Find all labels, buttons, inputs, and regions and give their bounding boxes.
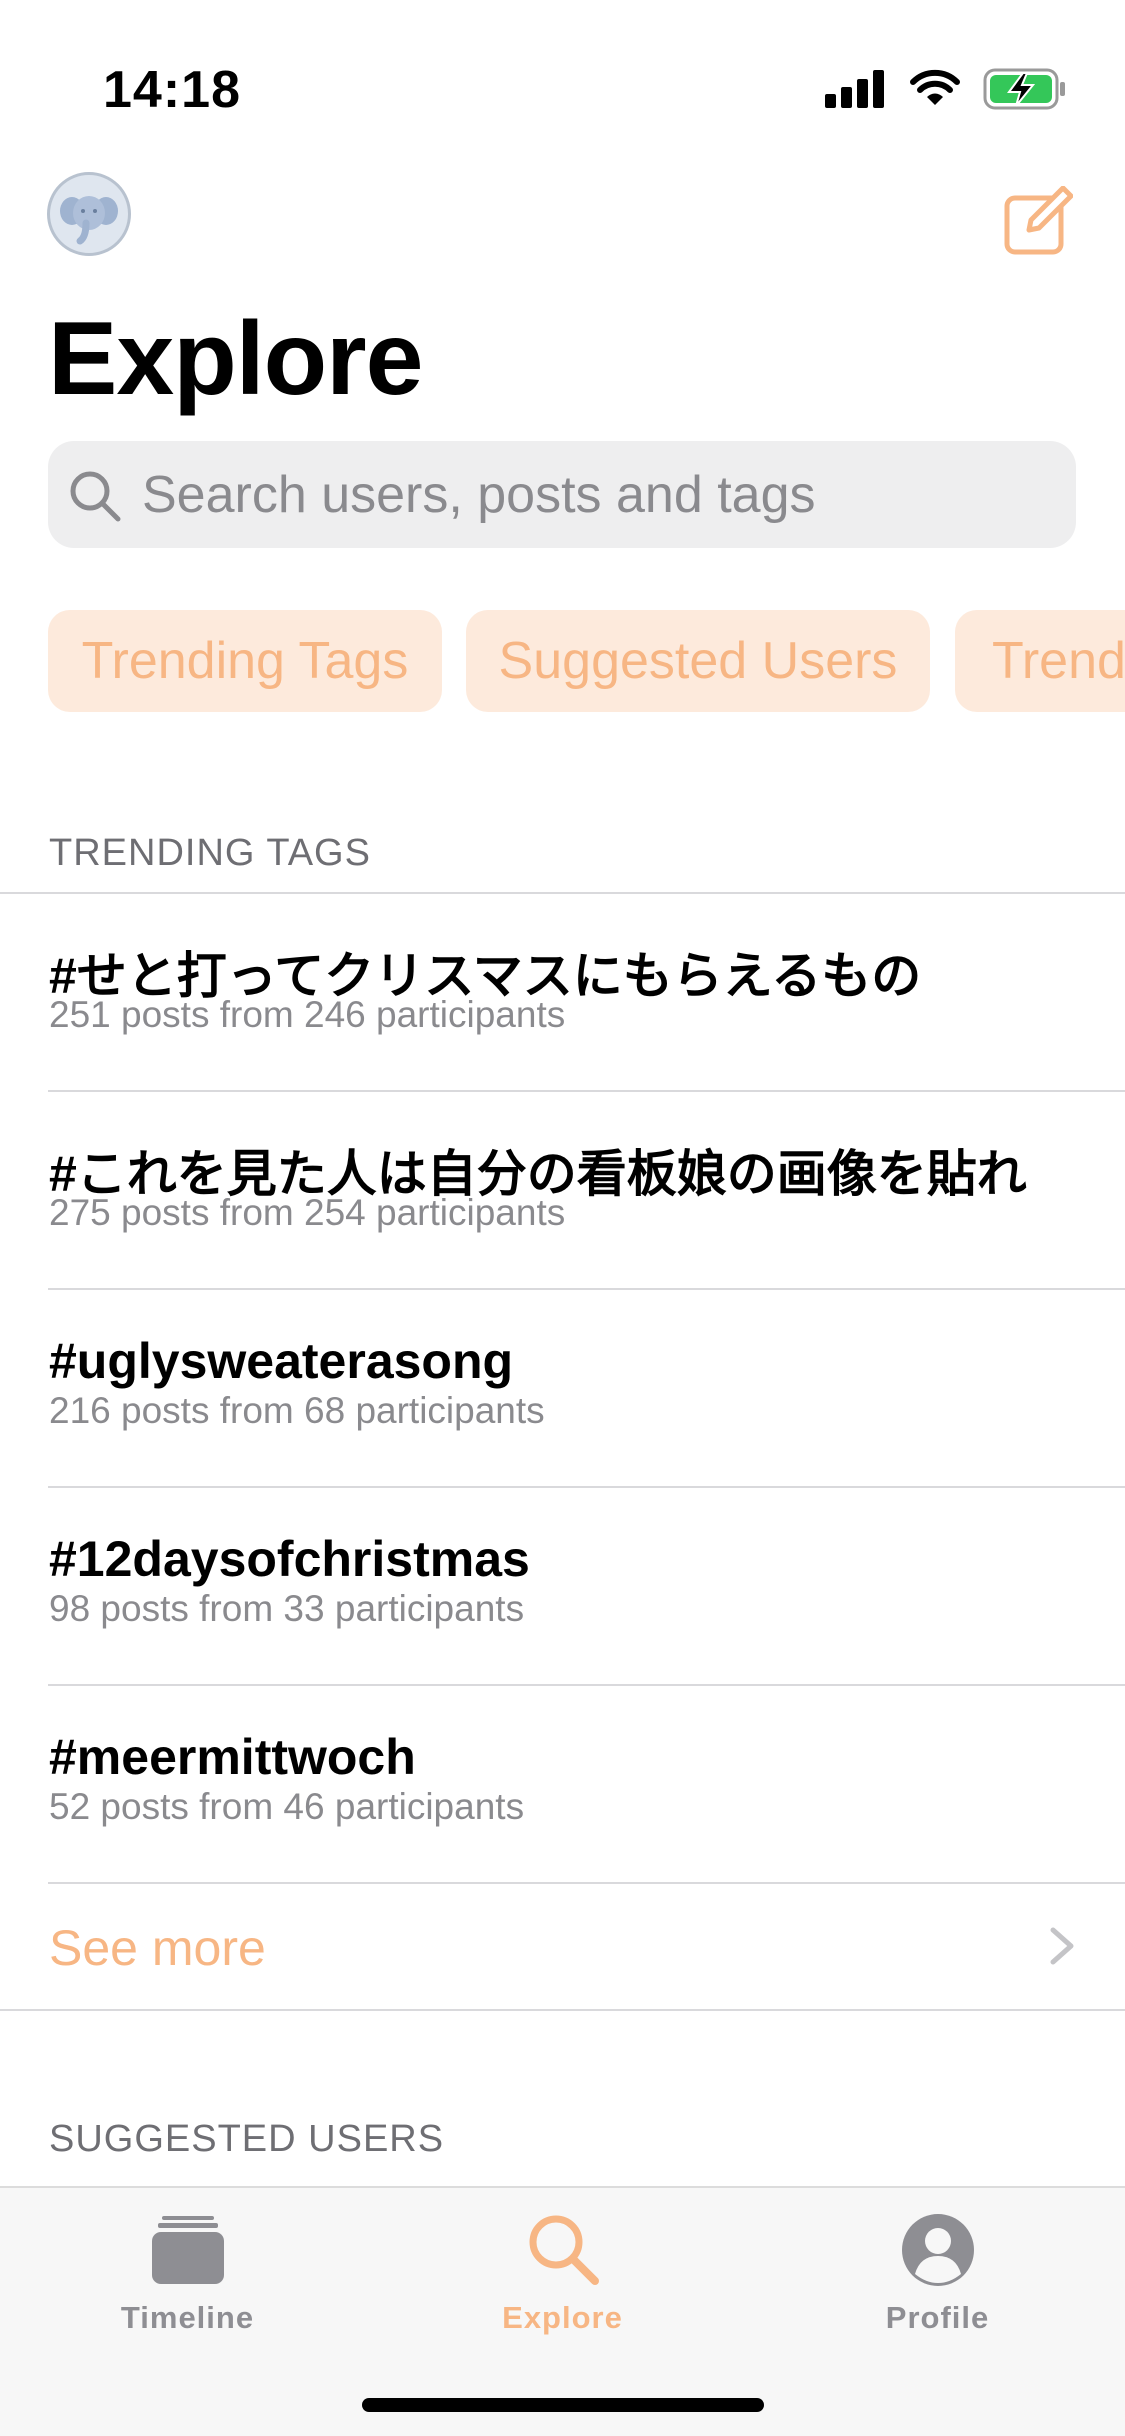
tag-stats: 251 posts from 246 participants (49, 994, 566, 1035)
trending-tag-row[interactable]: #せと打ってクリスマスにもらえるもの 251 posts from 246 pa… (0, 894, 1125, 1090)
wifi-icon (910, 69, 960, 105)
status-icons (825, 66, 1067, 112)
divider (0, 2009, 1125, 2011)
tab-timeline[interactable]: Timeline (0, 2188, 375, 2368)
tag-stats: 275 posts from 254 participants (49, 1192, 566, 1233)
person-circle-icon (901, 2214, 974, 2286)
tab-label: Profile (885, 2300, 990, 2335)
trending-tag-row[interactable]: #12daysofchristmas 98 posts from 33 part… (0, 1488, 1125, 1684)
search-bar[interactable] (48, 441, 1076, 548)
section-header-suggested-users: SUGGESTED USERS (49, 2118, 445, 2160)
search-icon (529, 2215, 599, 2285)
search-icon (70, 471, 121, 522)
search-input[interactable] (142, 441, 1042, 548)
chip-trending-partial[interactable]: Trend (955, 610, 1125, 712)
section-header-trending-tags: TRENDING TAGS (49, 832, 371, 874)
tab-label: Timeline (120, 2300, 255, 2335)
tab-profile[interactable]: Profile (750, 2188, 1125, 2368)
tag-stats: 52 posts from 46 participants (49, 1786, 525, 1827)
tab-explore[interactable]: Explore (375, 2188, 750, 2368)
trending-tag-row[interactable]: #これを見た人は自分の看板娘の画像を貼れ 275 posts from 254 … (0, 1092, 1125, 1288)
trending-tag-row[interactable]: #uglysweaterasong 216 posts from 68 part… (0, 1290, 1125, 1486)
tab-label: Explore (502, 2300, 623, 2335)
page-title: Explore (48, 301, 423, 417)
compose-icon[interactable] (1003, 186, 1073, 256)
battery-charging-icon (983, 68, 1065, 110)
tag-stats: 98 posts from 33 participants (49, 1588, 525, 1629)
status-time: 14:18 (103, 61, 241, 119)
tag-stats: 216 posts from 68 participants (49, 1390, 545, 1431)
trending-tag-row[interactable]: #meermittwoch 52 posts from 46 participa… (0, 1686, 1125, 1882)
chevron-right-icon (1050, 1927, 1074, 1965)
tag-name: #meermittwoch (49, 1729, 416, 1785)
home-indicator[interactable] (362, 2398, 764, 2412)
chip-trending-tags[interactable]: Trending Tags (48, 610, 442, 712)
avatar[interactable] (47, 172, 131, 256)
elephant-avatar-icon (60, 196, 118, 245)
chip-suggested-users[interactable]: Suggested Users (466, 610, 930, 712)
tag-name: #12daysofchristmas (49, 1531, 530, 1587)
stack-icon (151, 2216, 224, 2284)
see-more-row[interactable]: See more (0, 1884, 1125, 2009)
see-more-label: See more (49, 1920, 266, 1976)
cellular-signal-icon (825, 70, 884, 108)
tag-name: #uglysweaterasong (49, 1333, 514, 1389)
